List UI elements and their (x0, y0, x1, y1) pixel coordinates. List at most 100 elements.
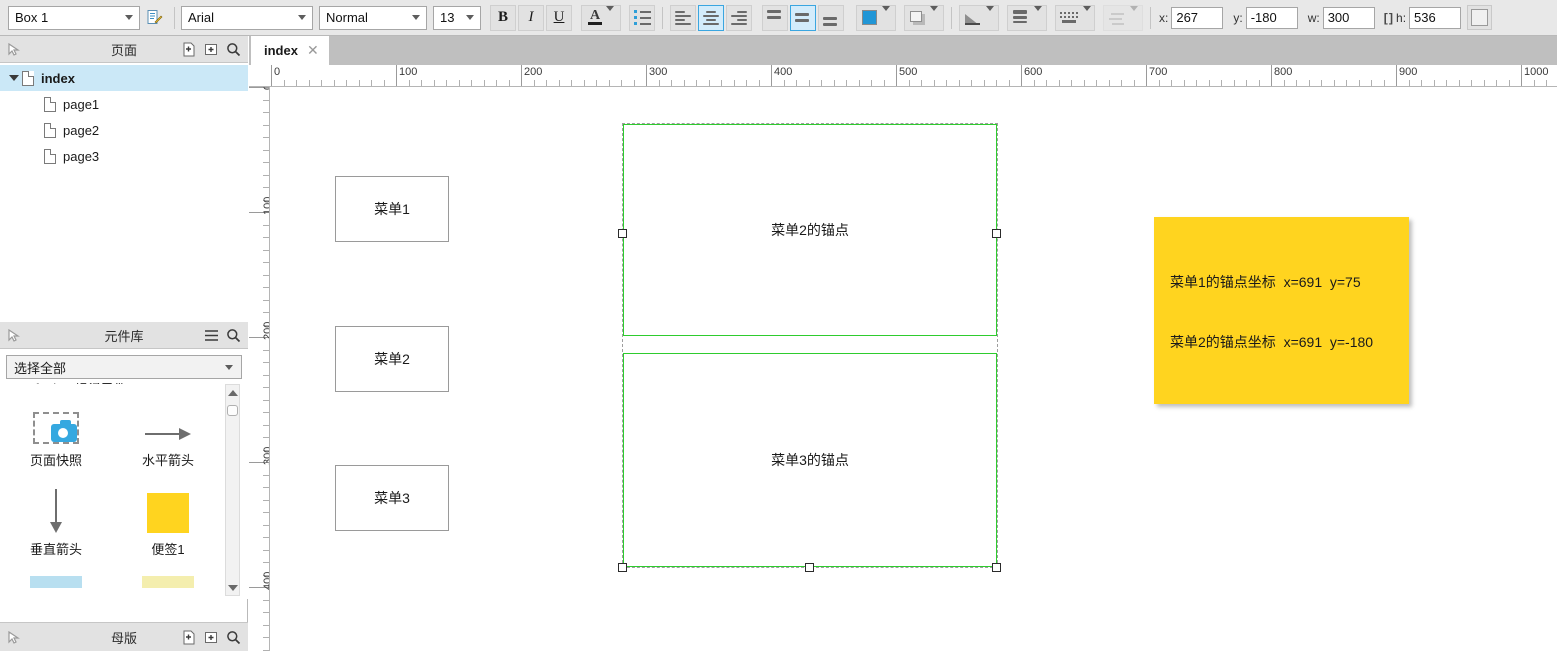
selection-handle-bottom-left[interactable] (618, 563, 627, 572)
chevron-down-icon[interactable] (985, 5, 994, 25)
search-icon[interactable] (224, 40, 242, 58)
align-center-button[interactable] (698, 4, 724, 31)
library-item-partial-b[interactable] (112, 576, 224, 588)
shape-name-combo[interactable]: Box 1 (8, 5, 140, 30)
ruler-minor-tick (263, 524, 269, 526)
bold-button[interactable]: B (490, 4, 516, 31)
scroll-down-arrow-icon[interactable] (226, 580, 239, 595)
ruler-label: 0 (262, 87, 269, 90)
chevron-down-icon[interactable] (882, 5, 890, 25)
font-family-combo[interactable]: Arial (181, 5, 313, 30)
library-item-page-snapshot[interactable]: 页面快照 (0, 398, 112, 469)
valign-middle-button[interactable] (790, 4, 816, 31)
ruler-major-tick (771, 65, 772, 86)
tab-index[interactable]: index ✕ (251, 36, 329, 65)
chevron-down-icon[interactable] (294, 7, 310, 29)
menu-box-3[interactable]: 菜单3 (335, 465, 449, 531)
design-canvas[interactable]: 菜单1 菜单2 菜单3 菜单2的锚点 菜单3的锚点 菜单1的锚点坐标 x=691… (271, 87, 1557, 651)
chevron-down-icon[interactable] (121, 7, 137, 29)
hamburger-menu-icon[interactable] (202, 326, 220, 344)
search-icon[interactable] (224, 628, 242, 646)
underline-button[interactable]: U (546, 4, 572, 31)
chevron-down-icon[interactable] (1129, 5, 1138, 25)
search-icon[interactable] (224, 326, 242, 344)
add-page-icon[interactable] (180, 40, 198, 58)
tree-item-index[interactable]: index (0, 65, 248, 91)
scroll-up-arrow-icon[interactable] (226, 385, 239, 400)
add-folder-icon[interactable] (202, 628, 220, 646)
tree-item-label: page2 (63, 122, 100, 138)
pointer-icon[interactable] (0, 42, 28, 56)
chevron-down-icon[interactable] (1033, 5, 1042, 25)
ruler-minor-tick (733, 80, 735, 86)
font-color-button[interactable]: A (581, 4, 621, 31)
line-width-button[interactable] (1007, 4, 1047, 31)
scrollbar-thumb[interactable] (227, 405, 238, 416)
align-right-button[interactable] (726, 4, 752, 31)
format-painter-button[interactable] (141, 4, 167, 31)
ruler-major-tick (896, 65, 897, 86)
ruler-minor-tick (1446, 80, 1447, 86)
ruler-major-tick (1271, 65, 1272, 86)
pointer-icon[interactable] (0, 630, 28, 644)
italic-button[interactable]: I (518, 4, 544, 31)
ruler-minor-tick (1533, 80, 1535, 86)
panel-toggle-button[interactable] (1467, 5, 1493, 30)
chevron-down-icon[interactable] (408, 7, 424, 29)
h-label: h: (1396, 10, 1407, 25)
font-style-combo[interactable]: Normal (319, 5, 427, 30)
fill-color-button[interactable] (856, 4, 896, 31)
selection-handle-bottom-right[interactable] (992, 563, 1001, 572)
chevron-down-icon[interactable] (930, 5, 938, 25)
bullet-list-button[interactable] (629, 4, 655, 31)
close-icon[interactable]: ✕ (307, 42, 319, 59)
w-label: w: (1307, 10, 1320, 25)
font-size-combo[interactable]: 13 (433, 5, 481, 30)
valign-top-button[interactable] (762, 4, 788, 31)
tree-item-page3[interactable]: page3 (0, 143, 248, 169)
lock-ratio-icon[interactable]: [ ] (1384, 11, 1393, 25)
menu-box-1[interactable]: 菜单1 (335, 176, 449, 242)
shadow-button[interactable] (904, 4, 944, 31)
ruler-minor-tick (446, 80, 447, 86)
tree-item-page2[interactable]: page2 (0, 117, 248, 143)
ruler-minor-tick (358, 80, 360, 86)
sticky-note-annotation[interactable]: 菜单1的锚点坐标 x=691 y=75 菜单2的锚点坐标 x=691 y=-18… (1154, 217, 1409, 404)
y-input[interactable]: -180 (1245, 6, 1298, 29)
selection-handle-right-middle[interactable] (992, 229, 1001, 238)
library-item-horizontal-arrow[interactable]: 水平箭头 (112, 398, 224, 469)
library-item-partial-a[interactable] (0, 576, 112, 588)
chevron-down-icon[interactable] (221, 356, 237, 378)
w-input[interactable]: 300 (1322, 6, 1375, 29)
chevron-down-icon[interactable] (606, 5, 614, 25)
masters-panel: 母版 (0, 622, 248, 651)
library-scrollbar[interactable] (225, 384, 240, 596)
ruler-minor-tick (1008, 80, 1010, 86)
connector-button[interactable] (1103, 4, 1143, 31)
menu-box-2[interactable]: 菜单2 (335, 326, 449, 392)
expand-collapse-icon[interactable] (6, 75, 22, 81)
add-master-icon[interactable] (180, 628, 198, 646)
chevron-down-icon[interactable] (1082, 5, 1091, 25)
valign-bottom-button[interactable] (818, 4, 844, 31)
library-item-sticky-note[interactable]: 便签1 (112, 487, 224, 558)
selection-handle-bottom-center[interactable] (805, 563, 814, 572)
x-input[interactable]: 267 (1171, 6, 1224, 29)
ruler-label: 700 (1149, 66, 1168, 78)
chevron-down-icon[interactable] (462, 7, 478, 29)
tree-item-page1[interactable]: page1 (0, 91, 248, 117)
ruler-label: 400 (774, 66, 793, 78)
pointer-icon[interactable] (0, 328, 28, 342)
ruler-minor-tick (333, 80, 335, 86)
anchor-box-menu3[interactable]: 菜单3的锚点 (623, 353, 997, 567)
h-input[interactable]: 536 (1409, 6, 1462, 29)
partial-widget-icon (142, 576, 194, 588)
library-select-dropdown[interactable]: 选择全部 (6, 355, 242, 379)
anchor-box-menu2[interactable]: 菜单2的锚点 (623, 124, 997, 336)
library-item-vertical-arrow[interactable]: 垂直箭头 (0, 487, 112, 558)
selection-handle-left-middle[interactable] (618, 229, 627, 238)
line-style-button[interactable] (959, 4, 999, 31)
align-left-button[interactable] (670, 4, 696, 31)
line-dash-button[interactable] (1055, 4, 1095, 31)
add-folder-icon[interactable] (202, 40, 220, 58)
